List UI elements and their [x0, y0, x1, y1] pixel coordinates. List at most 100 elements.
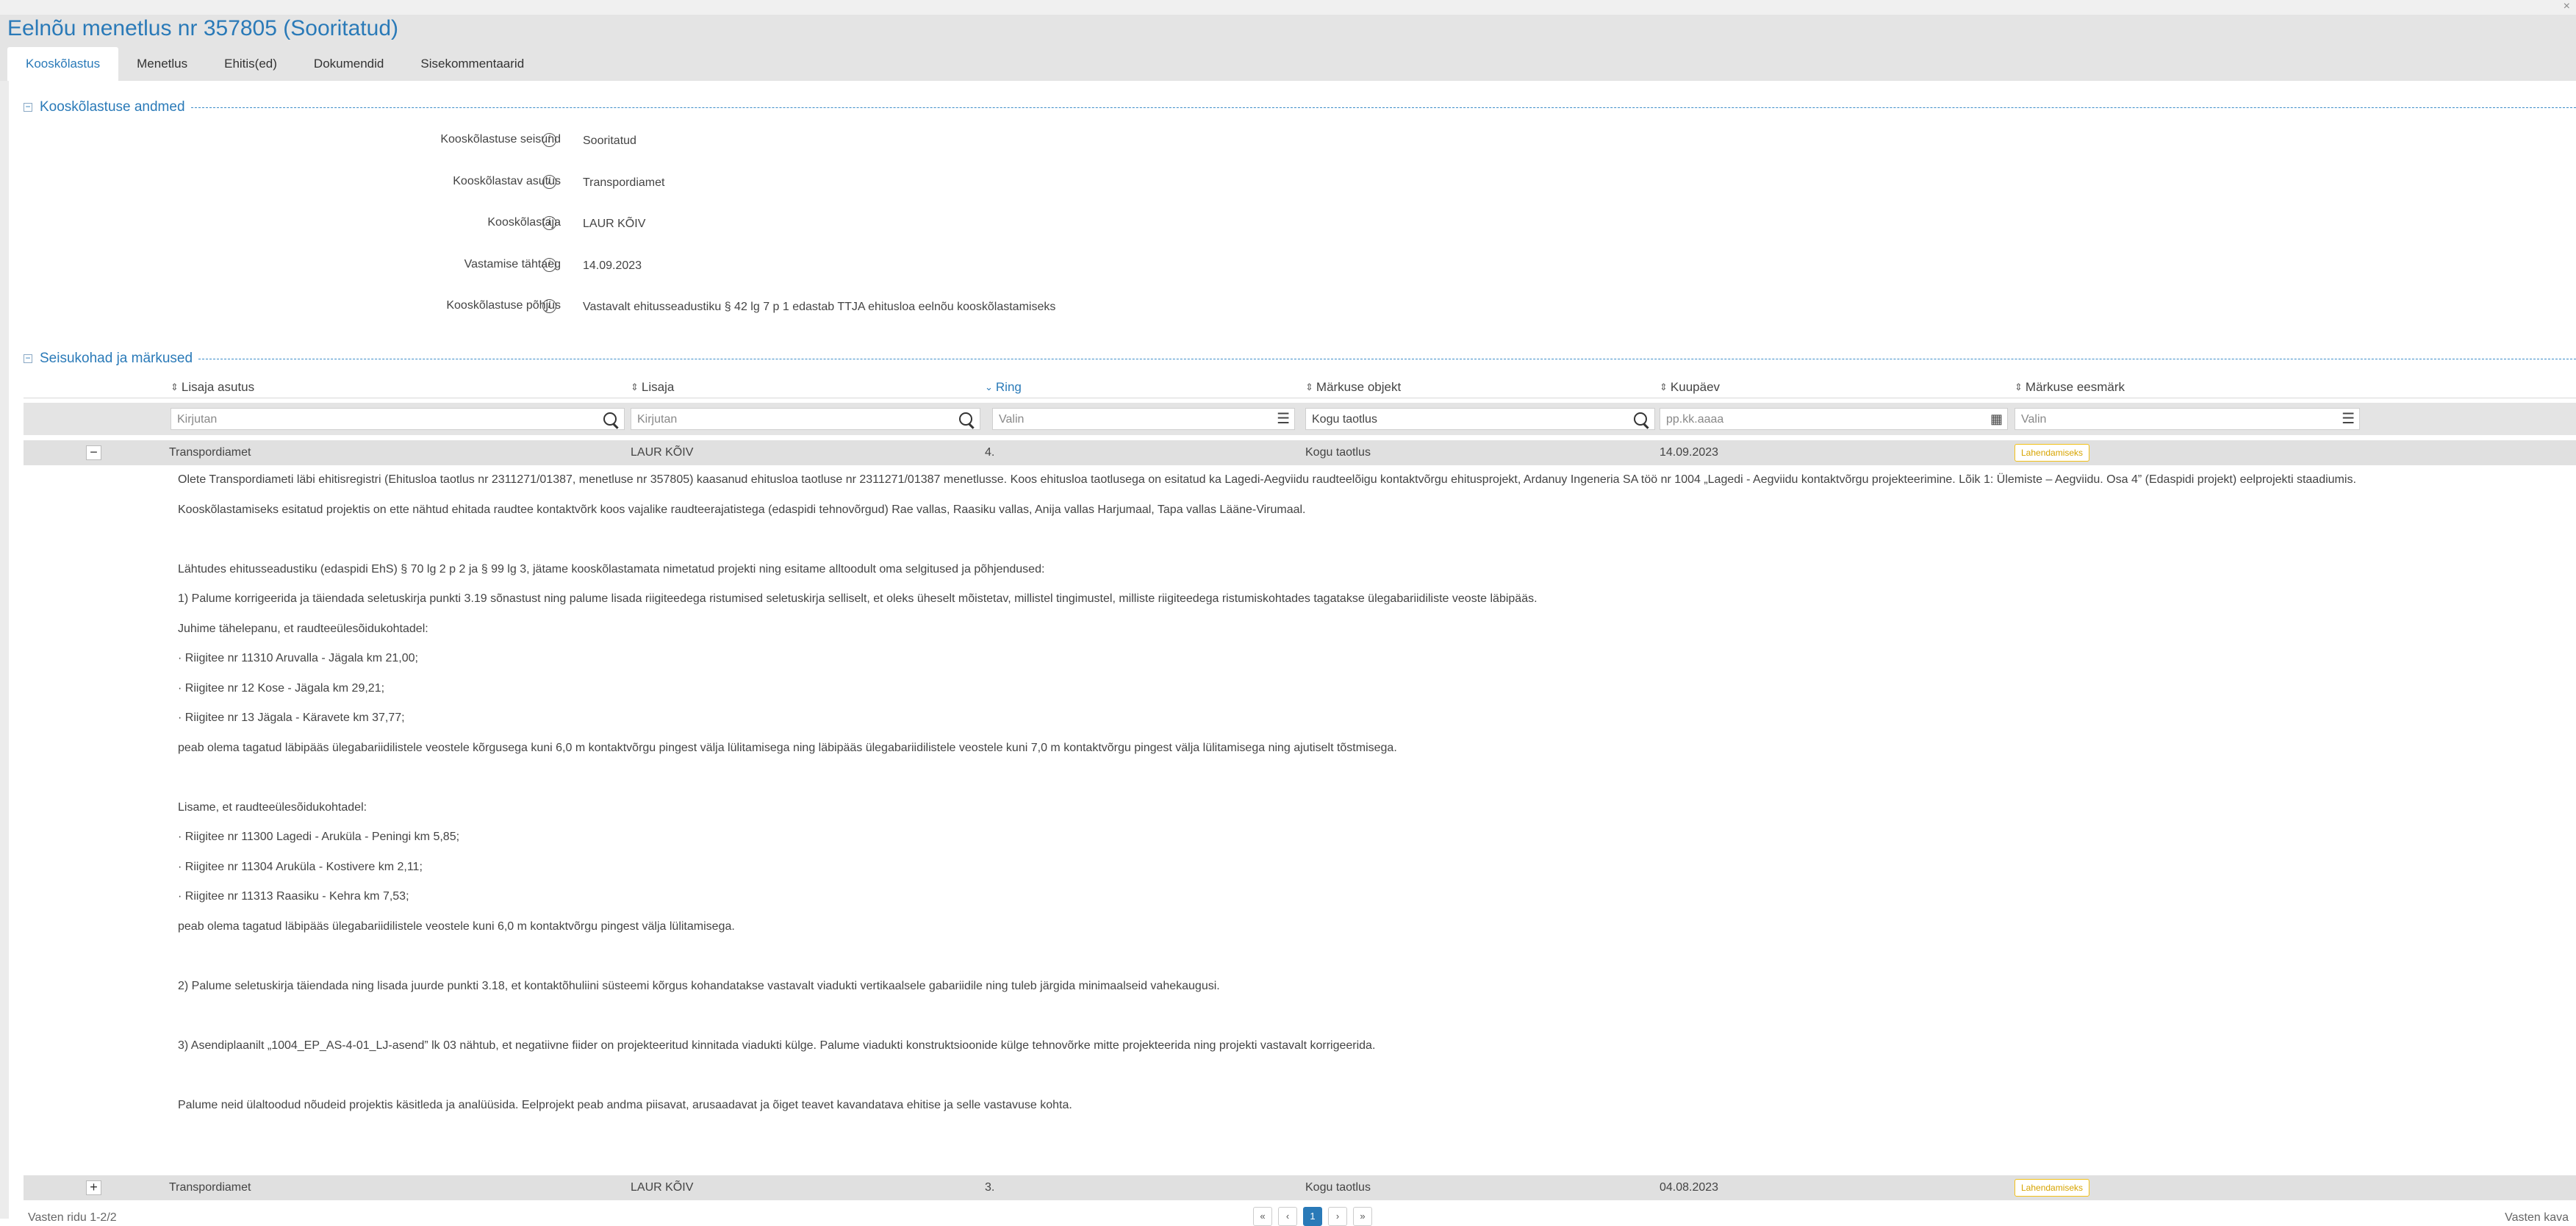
comment-line: 1) Palume korrigeerida ja täiendada sele… — [178, 592, 1538, 605]
column-header-kuupaev[interactable]: ⇕ Kuupäev — [1660, 378, 1720, 397]
column-header-ring[interactable]: ⌄ Ring — [985, 378, 1022, 397]
collapse-icon[interactable]: − — [24, 354, 32, 363]
section-title: Kooskõlastuse andmed — [40, 99, 185, 115]
comment-line: 3) Asendiplaanilt „1004_EP_AS-4-01_LJ-as… — [178, 1039, 1376, 1052]
field-value: Transpordiamet — [583, 176, 665, 189]
field-row: Kooskõlastuse põhjus i Vastavalt ehituss… — [0, 295, 2576, 318]
filter-ring-select[interactable]: Valin ☰ — [992, 408, 1295, 430]
search-icon[interactable] — [1634, 412, 1647, 426]
next-page-button[interactable]: › — [1328, 1207, 1347, 1226]
column-header-lisaja[interactable]: ⇕ Lisaja — [631, 378, 674, 397]
status-badge: Lahendamiseks — [2014, 444, 2090, 462]
sort-icon: ⇕ — [631, 381, 639, 392]
search-icon[interactable] — [603, 412, 617, 426]
comment-line: · Riigitee nr 12 Kose - Jägala km 29,21; — [178, 681, 385, 695]
info-icon[interactable]: i — [542, 175, 556, 189]
comment-body: Olete Transpordiameti läbi ehitisregistr… — [178, 470, 2559, 1125]
expand-row-button[interactable]: + — [86, 1180, 101, 1195]
table-row[interactable]: + Transpordiamet LAUR KÕIV 3. Kogu taotl… — [24, 1175, 2576, 1200]
filter-markuse-objekt-input[interactable]: Kogu taotlus — [1305, 408, 1655, 430]
cell-agency: Transpordiamet — [169, 1181, 251, 1194]
tab-ehitised[interactable]: Ehitis(ed) — [206, 47, 295, 81]
field-row: Kooskõlastuse seisund i Sooritatud — [0, 129, 2576, 151]
column-header-markuse-objekt[interactable]: ⇕ Märkuse objekt — [1305, 378, 1401, 397]
cell-author: LAUR KÕIV — [631, 446, 694, 459]
cell-round: 3. — [985, 1181, 995, 1194]
sort-icon: ⇕ — [1660, 381, 1668, 392]
close-icon[interactable]: × — [2564, 0, 2570, 13]
column-header-lisaja-asutus[interactable]: ⇕ Lisaja asutus — [171, 378, 254, 397]
top-strip: × — [0, 0, 2576, 15]
collapse-icon[interactable]: − — [24, 102, 32, 112]
field-row: Kooskõlastaja i LAUR KÕIV — [0, 212, 2576, 234]
footer-right-text: Vasten kava — [2505, 1211, 2569, 1224]
comment-line: Kooskõlastamiseks esitatud projektis on … — [178, 503, 1306, 516]
tab-dokumendid[interactable]: Dokumendid — [295, 47, 402, 81]
tab-kooskolastus[interactable]: Kooskõlastus — [7, 47, 119, 81]
filter-lisaja-asutus-input[interactable]: Kirjutan — [171, 408, 625, 430]
filter-kuupaev-input[interactable]: pp.kk.aaaa ▦ — [1660, 408, 2008, 430]
section-divider — [190, 107, 2576, 108]
comment-line: peab olema tagatud läbipääs ülegabariidi… — [178, 741, 1397, 754]
comment-line: · Riigitee nr 13 Jägala - Käravete km 37… — [178, 711, 405, 724]
sort-icon: ⇕ — [2014, 381, 2023, 392]
comment-line: Juhime tähelepanu, et raudteeülesõidukoh… — [178, 622, 428, 635]
rows-info: Vasten ridu 1-2/2 — [28, 1211, 117, 1224]
comment-line: · Riigitee nr 11313 Raasiku - Kehra km 7… — [178, 890, 409, 903]
last-page-button[interactable]: » — [1353, 1207, 1372, 1226]
page-title: Eelnõu menetlus nr 357805 (Sooritatud) — [7, 16, 399, 40]
section-title: Seisukohad ja märkused — [40, 351, 193, 366]
comment-line: · Riigitee nr 11300 Lagedi - Aruküla - P… — [178, 831, 460, 843]
comment-line: Lisame, et raudteeülesõidukohtadel: — [178, 800, 367, 814]
page-button[interactable]: 1 — [1303, 1207, 1322, 1226]
cell-date: 14.09.2023 — [1660, 446, 1719, 459]
field-value: Sooritatud — [583, 135, 636, 147]
field-row: Kooskõlastav asutus i Transpordiamet — [0, 171, 2576, 193]
sort-desc-icon: ⌄ — [985, 381, 993, 392]
comment-line — [178, 1006, 2559, 1036]
prev-page-button[interactable]: ‹ — [1278, 1207, 1297, 1226]
section-seisukohad: − Seisukohad ja märkused — [24, 349, 2576, 368]
list-icon[interactable]: ☰ — [1277, 411, 1290, 427]
field-row: Vastamise tähtaeg i 14.09.2023 — [0, 254, 2576, 276]
info-icon[interactable]: i — [542, 133, 556, 147]
pagination: « ‹ 1 › » — [1253, 1207, 1372, 1226]
first-page-button[interactable]: « — [1253, 1207, 1272, 1226]
field-value: LAUR KÕIV — [583, 218, 646, 230]
info-icon[interactable]: i — [542, 299, 556, 313]
column-header-markuse-eesmark[interactable]: ⇕ Märkuse eesmärk — [2014, 378, 2125, 397]
comment-line: peab olema tagatud läbipääs ülegabariidi… — [178, 920, 735, 933]
comment-line: Olete Transpordiameti läbi ehitisregistr… — [178, 473, 2356, 486]
cell-date: 04.08.2023 — [1660, 1181, 1719, 1194]
field-value: Vastavalt ehitusseadustiku § 42 lg 7 p 1… — [583, 301, 1056, 313]
tab-bar: Kooskõlastus Menetlus Ehitis(ed) Dokumen… — [7, 47, 542, 81]
calendar-icon[interactable]: ▦ — [1990, 411, 2003, 427]
cell-agency: Transpordiamet — [169, 446, 251, 459]
comment-line — [178, 530, 2559, 560]
comment-line: · Riigitee nr 11304 Aruküla - Kostivere … — [178, 860, 423, 873]
filter-lisaja-input[interactable]: Kirjutan — [631, 408, 980, 430]
comment-line: 2) Palume seletuskirja täiendada ning li… — [178, 979, 1220, 992]
cell-object: Kogu taotlus — [1305, 1181, 1371, 1194]
filter-markuse-eesmark-select[interactable]: Valin ☰ — [2014, 408, 2360, 430]
info-icon[interactable]: i — [542, 216, 556, 230]
comment-line: · Riigitee nr 11310 Aruvalla - Jägala km… — [178, 652, 418, 664]
comment-line — [178, 768, 2559, 798]
field-value: 14.09.2023 — [583, 259, 642, 272]
sort-icon: ⇕ — [1305, 381, 1313, 392]
tab-sisekommentaarid[interactable]: Sisekommentaarid — [402, 47, 542, 81]
comment-line: Lähtudes ehitusseadustiku (edaspidi EhS)… — [178, 562, 1045, 576]
comment-line — [178, 947, 2559, 977]
comment-line — [178, 1066, 2559, 1096]
section-kooskolastuse-andmed: − Kooskõlastuse andmed — [24, 98, 2576, 117]
tab-menetlus[interactable]: Menetlus — [118, 47, 206, 81]
left-rail — [0, 81, 9, 1219]
search-icon[interactable] — [959, 412, 972, 426]
cell-round: 4. — [985, 446, 995, 459]
collapse-row-button[interactable]: − — [86, 445, 101, 460]
cell-object: Kogu taotlus — [1305, 446, 1371, 459]
info-icon[interactable]: i — [542, 258, 556, 272]
list-icon[interactable]: ☰ — [2342, 411, 2355, 427]
table-row[interactable]: − Transpordiamet LAUR KÕIV 4. Kogu taotl… — [24, 440, 2576, 465]
status-badge: Lahendamiseks — [2014, 1179, 2090, 1197]
